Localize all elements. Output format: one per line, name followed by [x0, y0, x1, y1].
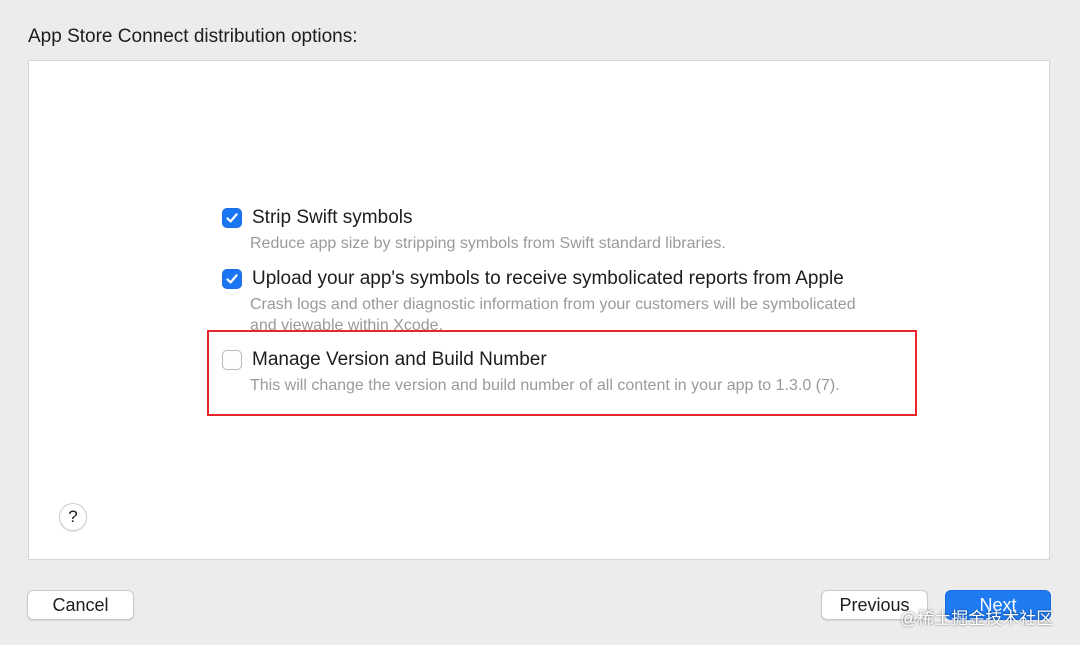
- strip-swift-symbols-label[interactable]: Strip Swift symbols: [252, 207, 412, 229]
- cancel-button[interactable]: Cancel: [27, 590, 134, 620]
- help-button[interactable]: ?: [59, 503, 87, 531]
- strip-swift-symbols-description: Reduce app size by stripping symbols fro…: [250, 235, 726, 252]
- distribution-options-window: App Store Connect distribution options: …: [0, 0, 1080, 645]
- dialog-heading: App Store Connect distribution options:: [28, 26, 358, 47]
- strip-swift-symbols-checkbox[interactable]: [222, 208, 242, 228]
- watermark-text: @稀土掘金技术社区: [900, 609, 1054, 628]
- option-upload-symbols: Upload your app's symbols to receive sym…: [222, 268, 882, 336]
- upload-symbols-label[interactable]: Upload your app's symbols to receive sym…: [252, 268, 844, 290]
- upload-symbols-checkbox[interactable]: [222, 269, 242, 289]
- highlight-annotation-box: [207, 330, 917, 416]
- checkmark-icon: [226, 213, 238, 223]
- option-strip-swift-symbols: Strip Swift symbols Reduce app size by s…: [222, 207, 882, 254]
- checkmark-icon: [226, 274, 238, 284]
- help-icon: ?: [68, 507, 78, 526]
